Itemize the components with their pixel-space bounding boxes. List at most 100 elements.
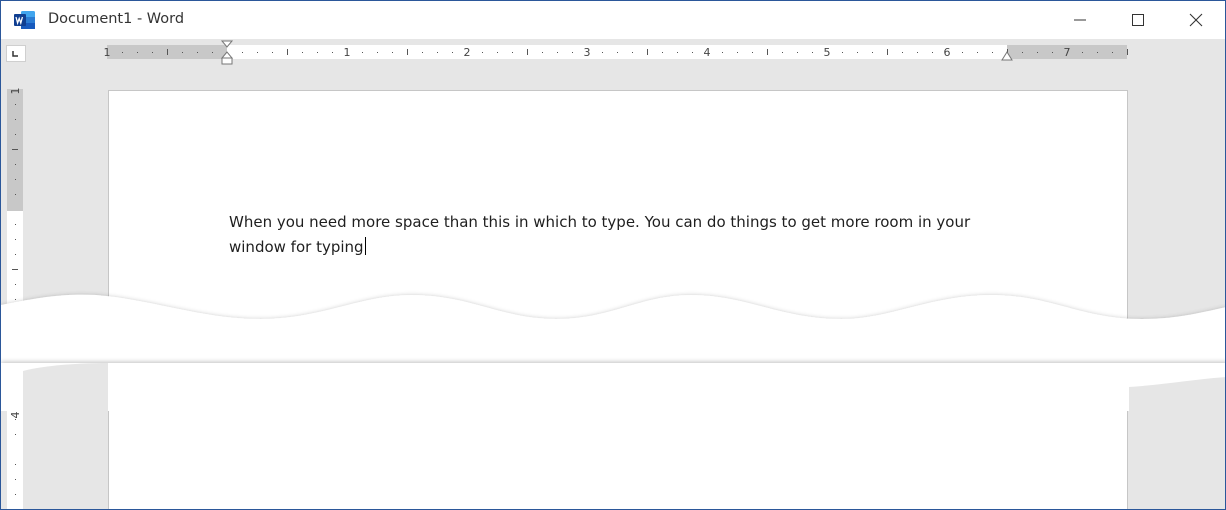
window-title: Document1 - Word [48, 11, 185, 27]
ruler-tick [872, 52, 873, 53]
ruler-tick [15, 194, 16, 195]
ruler-tick [527, 49, 528, 55]
document-body[interactable]: When you need more space than this in wh… [229, 210, 989, 260]
ruler-tick [812, 52, 813, 53]
document-line: When you need more space than this in wh… [229, 213, 971, 231]
ruler-label: 1 [9, 88, 22, 95]
ruler-tick [15, 164, 16, 165]
ruler-label: 2 [464, 46, 471, 59]
ruler-tick [692, 52, 693, 53]
ruler-tick [15, 299, 16, 300]
ruler-tick [677, 52, 678, 53]
ruler-tick [992, 52, 993, 53]
ruler-tick [1127, 49, 1128, 55]
ruler-tick [962, 52, 963, 53]
ruler-tick [12, 389, 18, 390]
ruler-tick [302, 52, 303, 53]
close-button[interactable] [1167, 1, 1225, 39]
ruler-tick [15, 119, 16, 120]
horizontal-ruler[interactable]: 1 1 2 3 4 5 6 7 [1, 39, 1225, 65]
ruler-tick [902, 52, 903, 53]
ruler-tick [932, 52, 933, 53]
text-cursor [364, 237, 366, 255]
ruler-label: 5 [824, 46, 831, 59]
ruler-tick [122, 52, 123, 53]
ruler-tick [392, 52, 393, 53]
ruler-tick [15, 359, 16, 360]
ruler-tick [15, 374, 16, 375]
ruler-tick [15, 434, 16, 435]
ruler-tick [842, 52, 843, 53]
minimize-icon [1074, 19, 1086, 21]
document-line-last: window for typing [229, 235, 989, 260]
ruler-tick [1022, 52, 1023, 53]
ruler-tick [572, 52, 573, 53]
ruler-label: 1 [104, 46, 111, 59]
close-icon [1189, 13, 1203, 27]
ruler-tick [15, 104, 16, 105]
ruler-tick [722, 52, 723, 53]
ruler-label: 4 [9, 412, 22, 419]
minimize-button[interactable] [1051, 1, 1109, 39]
ruler-tick [767, 49, 768, 55]
ruler-label: 7 [1064, 46, 1071, 59]
ruler-tick [12, 149, 18, 150]
ruler-tick [212, 52, 213, 53]
ruler-tick [167, 49, 168, 55]
ruler-tick [182, 52, 183, 53]
ruler-tick [1037, 52, 1038, 53]
ruler-tick [602, 52, 603, 53]
ruler-tick [377, 52, 378, 53]
vertical-ruler[interactable]: 1 4 [1, 65, 31, 510]
word-window: Document1 - Word 1 1 2 3 4 5 6 7 1 4 Whe… [0, 0, 1226, 510]
ruler-tick [482, 52, 483, 53]
maximize-icon [1132, 14, 1144, 26]
ruler-tick [137, 52, 138, 53]
ruler-tick [647, 49, 648, 55]
ruler-tick [15, 494, 16, 495]
ruler-tick [15, 284, 16, 285]
ruler-tick [737, 52, 738, 53]
ruler-tick [752, 52, 753, 53]
ruler-tick [662, 52, 663, 53]
ruler-tick [15, 179, 16, 180]
ruler-tick [362, 52, 363, 53]
title-bar[interactable]: Document1 - Word [1, 1, 1225, 39]
ruler-tick [857, 52, 858, 53]
ruler-tick [287, 49, 288, 55]
ruler-tick [15, 239, 16, 240]
ruler-tick [557, 52, 558, 53]
ruler-tick [12, 269, 18, 270]
ruler-tick [452, 52, 453, 53]
ruler-tick [917, 52, 918, 53]
ruler-tick [1052, 52, 1053, 53]
ruler-tick [617, 52, 618, 53]
ruler-label: 3 [584, 46, 591, 59]
ruler-tick [272, 52, 273, 53]
ruler-tick [242, 52, 243, 53]
ruler-tick [512, 52, 513, 53]
ruler-tick [497, 52, 498, 53]
ruler-tick [782, 52, 783, 53]
word-app-icon [14, 11, 35, 29]
document-page[interactable]: When you need more space than this in wh… [108, 90, 1128, 509]
ruler-tick [542, 52, 543, 53]
ruler-label: 6 [944, 46, 951, 59]
ruler-tick [1082, 52, 1083, 53]
ruler-tick [15, 464, 16, 465]
ruler-tick [15, 224, 16, 225]
document-line-text: window for typing [229, 238, 364, 256]
ruler-tick [632, 52, 633, 53]
ruler-tick [407, 49, 408, 55]
ruler-tick [1097, 52, 1098, 53]
ruler-tick [887, 49, 888, 55]
ruler-tick [197, 52, 198, 53]
ruler-tick [332, 52, 333, 53]
ruler-tick [317, 52, 318, 53]
ruler-tick [977, 52, 978, 53]
ruler-tick [422, 52, 423, 53]
ruler-tick [15, 404, 16, 405]
maximize-button[interactable] [1109, 1, 1167, 39]
ruler-tick [15, 479, 16, 480]
ruler-tick [152, 52, 153, 53]
